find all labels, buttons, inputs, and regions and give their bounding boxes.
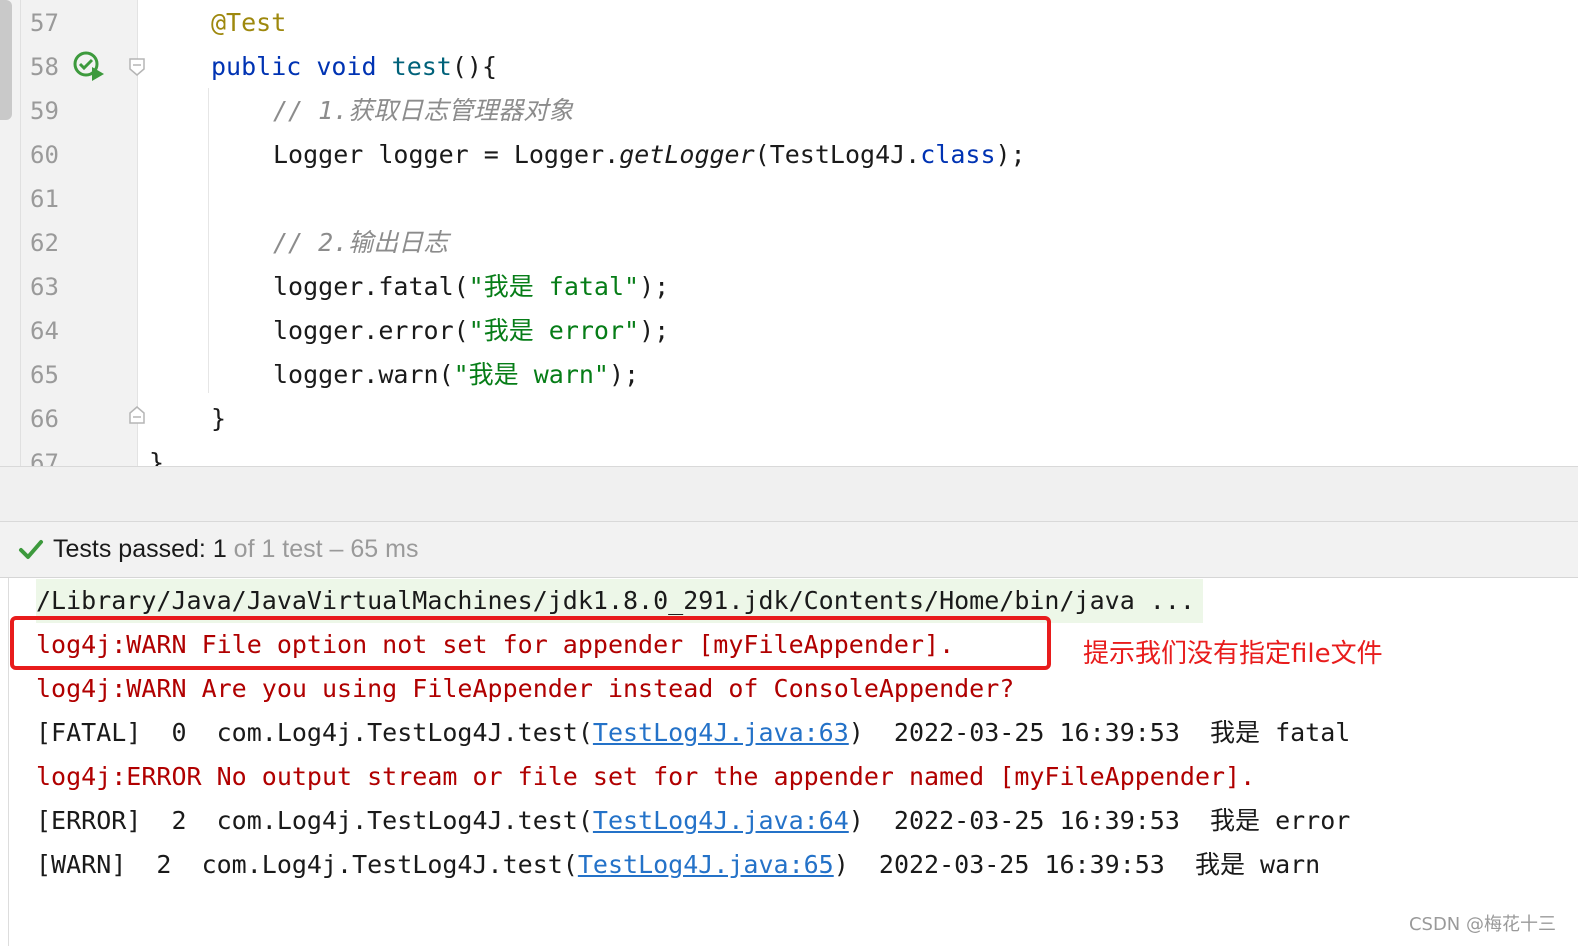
code-token: Logger logger = Logger. (273, 140, 620, 169)
console-error-line: [ERROR] 2 com.Log4j.TestLog4J.test(TestL… (36, 799, 1350, 843)
line-number: 62 (30, 229, 59, 257)
console-error-message-line: log4j:ERROR No output stream or file set… (36, 762, 1256, 791)
log-text: ) 2022-03-25 16:39:53 我是 error (848, 806, 1351, 835)
string-token: "我是 warn" (453, 360, 609, 389)
line-number: 57 (30, 9, 59, 37)
line-number: 61 (30, 185, 59, 213)
code-line-62[interactable]: // 2.输出日志 (273, 221, 448, 265)
static-call-token: getLogger (619, 140, 755, 169)
check-icon (19, 540, 43, 559)
log-text: ) 2022-03-25 16:39:53 我是 warn (833, 850, 1321, 879)
keyword-token: void (316, 52, 377, 81)
comment-token: // 1.获取日志管理器对象 (273, 96, 574, 125)
code-token: ); (995, 140, 1026, 169)
method-name-token: test (391, 52, 452, 81)
line-number: 58 (30, 53, 59, 81)
keyword-token: public (211, 52, 302, 81)
test-status-bar: Tests passed: 1 of 1 test – 65 ms (0, 522, 1578, 578)
code-token: ); (639, 316, 670, 345)
tests-passed-count: 1 (212, 535, 227, 563)
highlight-box (10, 616, 1051, 670)
run-test-icon[interactable] (72, 50, 106, 84)
log-text: ) 2022-03-25 16:39:53 我是 fatal (848, 718, 1351, 747)
watermark: CSDN @梅花十三 (1408, 914, 1556, 935)
gutter-scroll-thumb[interactable] (0, 0, 12, 120)
line-number: 63 (30, 273, 59, 301)
line-number: 67 (30, 449, 59, 466)
code-token: logger.error( (273, 316, 469, 345)
fold-icon[interactable] (128, 57, 146, 77)
line-number: 59 (30, 97, 59, 125)
console-warn-line: log4j:WARN Are you using FileAppender in… (36, 674, 1015, 703)
code-line-57[interactable]: @Test (211, 1, 286, 45)
code-token: logger.warn( (273, 360, 454, 389)
panel-splitter[interactable] (0, 466, 1578, 522)
source-link[interactable]: TestLog4J.java:64 (593, 806, 849, 835)
code-line-58[interactable]: public void test(){ (211, 45, 497, 89)
annotation-token: @Test (211, 8, 287, 37)
source-link[interactable]: TestLog4J.java:63 (593, 718, 849, 747)
comment-token: // 2.输出日志 (273, 228, 449, 257)
string-token: "我是 error" (468, 316, 640, 345)
code-token: (TestLog4J. (754, 140, 921, 169)
editor-gutter: 57 58 59 60 61 62 63 64 65 66 67 (0, 0, 145, 466)
code-line-60[interactable]: Logger logger = Logger.getLogger(TestLog… (273, 133, 1026, 177)
console-fatal-line: [FATAL] 0 com.Log4j.TestLog4J.test(TestL… (36, 711, 1350, 755)
string-token: "我是 fatal" (468, 272, 640, 301)
tests-passed-label: Tests passed: (53, 535, 213, 563)
annotation-note: 提示我们没有指定file文件 (1083, 639, 1383, 669)
code-line-66[interactable]: } (211, 397, 226, 441)
code-line-64[interactable]: logger.error("我是 error"); (273, 309, 669, 353)
log-text: [ERROR] 2 com.Log4j.TestLog4J.test( (36, 806, 593, 835)
log-text: [FATAL] 0 com.Log4j.TestLog4J.test( (36, 718, 593, 747)
code-editor[interactable]: 57 58 59 60 61 62 63 64 65 66 67 @Test p… (0, 0, 1578, 466)
line-number: 66 (30, 405, 59, 433)
code-line-67[interactable]: } (149, 441, 164, 466)
code-token: ); (639, 272, 670, 301)
log-text: [WARN] 2 com.Log4j.TestLog4J.test( (36, 850, 578, 879)
line-number: 65 (30, 361, 59, 389)
fold-icon[interactable] (128, 405, 146, 425)
console-warn-log-line: [WARN] 2 com.Log4j.TestLog4J.test(TestLo… (36, 843, 1320, 887)
test-status-text: Tests passed: 1 of 1 test – 65 ms (53, 522, 418, 576)
code-line-65[interactable]: logger.warn("我是 warn"); (273, 353, 639, 397)
gutter-divider (20, 0, 21, 466)
line-number: 60 (30, 141, 59, 169)
code-line-63[interactable]: logger.fatal("我是 fatal"); (273, 265, 669, 309)
source-link[interactable]: TestLog4J.java:65 (578, 850, 834, 879)
code-token: ); (608, 360, 640, 389)
code-token: (){ (451, 52, 498, 81)
line-number: 64 (30, 317, 59, 345)
code-token: logger.fatal( (273, 272, 469, 301)
code-line-59[interactable]: // 1.获取日志管理器对象 (273, 89, 573, 133)
indent-guide (208, 88, 209, 393)
keyword-token: class (920, 140, 996, 169)
console-divider (8, 578, 9, 946)
tests-summary: of 1 test – 65 ms (226, 535, 419, 563)
